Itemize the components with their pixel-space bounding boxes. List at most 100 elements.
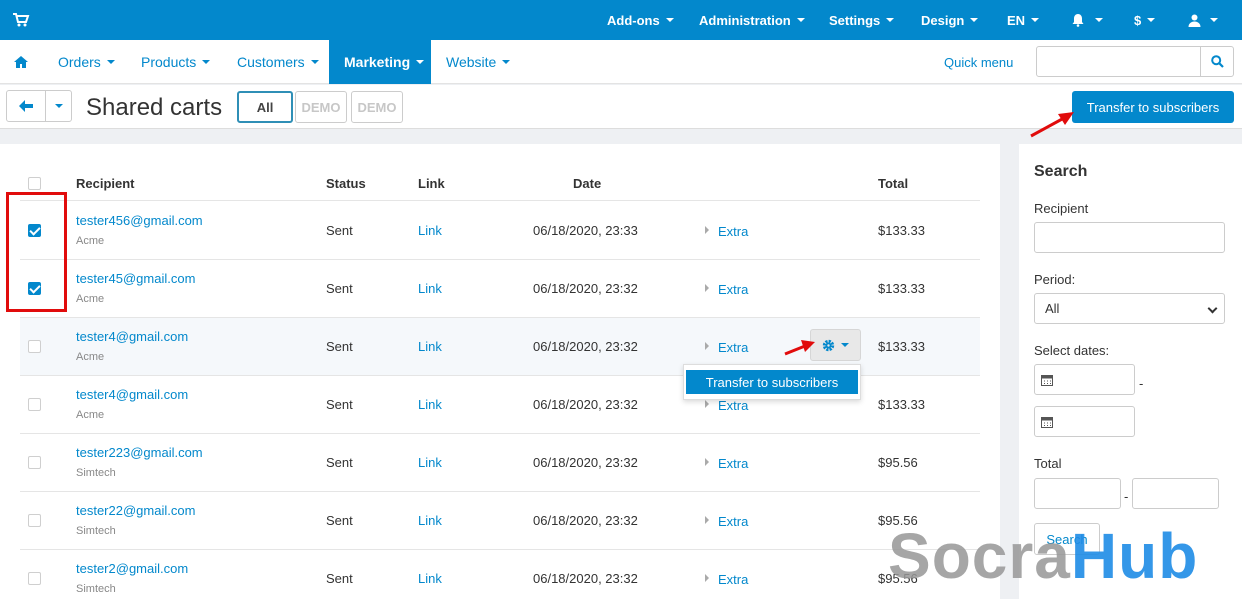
period-select[interactable]: All — [1034, 293, 1225, 324]
caret-down-icon — [202, 60, 211, 64]
topnav-design[interactable]: Design — [921, 0, 979, 40]
cart-link[interactable]: Link — [418, 281, 442, 296]
col-status[interactable]: Status — [326, 176, 366, 191]
status-text: Sent — [326, 455, 353, 470]
quick-menu-link[interactable]: Quick menu — [944, 55, 1013, 70]
nav-marketing[interactable]: Marketing — [329, 40, 431, 84]
sidebar-title: Search — [1034, 163, 1088, 180]
recipient-email-link[interactable]: tester4@gmail.com — [76, 387, 188, 402]
date-text: 06/18/2020, 23:32 — [533, 339, 638, 354]
cart-icon[interactable] — [12, 11, 30, 29]
total-from-input[interactable] — [1034, 478, 1121, 509]
recipient-email-link[interactable]: tester4@gmail.com — [76, 329, 188, 344]
caret-down-icon — [796, 18, 805, 22]
divider — [20, 491, 980, 492]
back-button[interactable] — [6, 90, 46, 122]
recipient-email-link[interactable]: tester22@gmail.com — [76, 503, 195, 518]
status-text: Sent — [326, 339, 353, 354]
search-icon — [1211, 55, 1224, 68]
row-checkbox[interactable] — [28, 340, 41, 353]
total-text: $95.56 — [878, 455, 918, 470]
recipient-email-link[interactable]: tester223@gmail.com — [76, 445, 203, 460]
recipient-email-link[interactable]: tester2@gmail.com — [76, 561, 188, 576]
home-link[interactable] — [14, 40, 30, 84]
cart-link[interactable]: Link — [418, 571, 442, 586]
extra-toggle[interactable]: Extra — [718, 340, 748, 355]
divider — [20, 317, 980, 318]
cart-link[interactable]: Link — [418, 455, 442, 470]
select-dates-label: Select dates: — [1034, 343, 1110, 358]
global-search-button[interactable] — [1200, 46, 1234, 77]
caret-down-icon — [665, 18, 674, 22]
topnav-administration[interactable]: Administration — [699, 0, 805, 40]
status-text: Sent — [326, 281, 353, 296]
caret-down-icon — [841, 343, 849, 347]
topnav-language[interactable]: EN — [1007, 0, 1040, 40]
caret-right-icon — [705, 284, 709, 292]
nav-orders[interactable]: Orders — [58, 40, 115, 84]
cart-link[interactable]: Link — [418, 513, 442, 528]
topnav-addons[interactable]: Add-ons — [607, 0, 674, 40]
total-text: $133.33 — [878, 223, 925, 238]
nav-website[interactable]: Website — [446, 40, 511, 84]
extra-toggle[interactable]: Extra — [718, 514, 748, 529]
row-actions-button[interactable] — [810, 329, 861, 361]
extra-toggle[interactable]: Extra — [718, 224, 748, 239]
row-checkbox[interactable] — [28, 514, 41, 527]
date-from-input[interactable] — [1034, 364, 1135, 395]
row-actions-menu: Transfer to subscribers — [683, 364, 861, 400]
cart-link[interactable]: Link — [418, 397, 442, 412]
page-title: Shared carts — [86, 94, 223, 121]
total-separator: - — [1124, 489, 1129, 504]
col-date[interactable]: Date — [573, 176, 601, 191]
row-checkbox[interactable] — [28, 572, 41, 585]
caret-down-icon — [886, 18, 895, 22]
caret-down-icon — [1210, 18, 1218, 22]
cart-link[interactable]: Link — [418, 339, 442, 354]
caret-down-icon — [1147, 18, 1156, 22]
date-to-input[interactable] — [1034, 406, 1135, 437]
recipient-email-link[interactable]: tester456@gmail.com — [76, 213, 203, 228]
extra-toggle[interactable]: Extra — [718, 398, 748, 413]
topnav-settings[interactable]: Settings — [829, 0, 895, 40]
extra-toggle[interactable]: Extra — [718, 282, 748, 297]
col-total[interactable]: Total — [878, 176, 908, 191]
total-to-input[interactable] — [1132, 478, 1219, 509]
divider — [20, 433, 980, 434]
caret-down-icon — [54, 104, 63, 108]
total-text: $133.33 — [878, 397, 925, 412]
tab-all[interactable]: All — [237, 91, 293, 123]
recipient-company: Simtech — [76, 583, 116, 595]
recipient-company: Acme — [76, 235, 105, 247]
nav-customers[interactable]: Customers — [237, 40, 319, 84]
date-text: 06/18/2020, 23:32 — [533, 397, 638, 412]
date-text: 06/18/2020, 23:32 — [533, 571, 638, 586]
row-checkbox[interactable] — [28, 456, 41, 469]
col-recipient[interactable]: Recipient — [76, 176, 135, 191]
back-dropdown-button[interactable] — [45, 90, 72, 122]
row-checkbox[interactable] — [28, 398, 41, 411]
annotation-highlight-box — [6, 192, 67, 312]
menu-item-transfer-to-subscribers[interactable]: Transfer to subscribers — [686, 370, 858, 394]
col-link[interactable]: Link — [418, 176, 445, 191]
cart-link[interactable]: Link — [418, 223, 442, 238]
gear-icon — [822, 339, 835, 351]
caret-down-icon — [1095, 18, 1103, 22]
divider — [20, 549, 980, 550]
tab-demo-2[interactable]: DEMO — [351, 91, 403, 123]
recipient-company: Acme — [76, 293, 105, 305]
transfer-to-subscribers-button[interactable]: Transfer to subscribers — [1072, 91, 1234, 123]
date-text: 06/18/2020, 23:32 — [533, 281, 638, 296]
tab-demo-1[interactable]: DEMO — [295, 91, 347, 123]
select-all-checkbox[interactable] — [28, 177, 41, 190]
home-icon — [14, 56, 28, 68]
total-text: $133.33 — [878, 339, 925, 354]
recipient-input[interactable] — [1034, 222, 1225, 253]
topnav-profile[interactable] — [1188, 0, 1218, 40]
extra-toggle[interactable]: Extra — [718, 572, 748, 587]
recipient-email-link[interactable]: tester45@gmail.com — [76, 271, 195, 286]
topnav-currency[interactable]: $ — [1134, 0, 1156, 40]
nav-products[interactable]: Products — [141, 40, 211, 84]
topnav-notifications[interactable] — [1071, 0, 1103, 40]
extra-toggle[interactable]: Extra — [718, 456, 748, 471]
